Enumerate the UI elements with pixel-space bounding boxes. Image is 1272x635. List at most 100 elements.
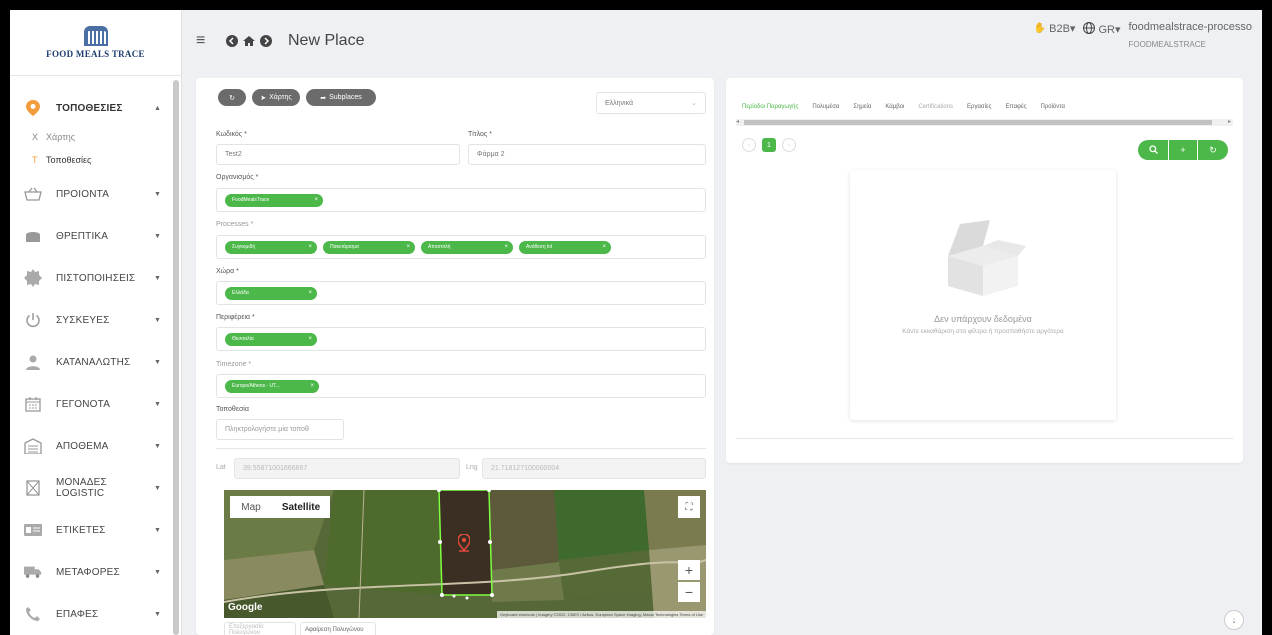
divider — [736, 438, 1233, 439]
sidebar-item-label: ΕΤΙΚΕΤΕΣ — [56, 524, 106, 536]
close-icon[interactable]: × — [406, 244, 410, 250]
close-icon[interactable]: × — [602, 244, 606, 250]
sidebar-item-events[interactable]: ΓΕΓΟΝΟΤΑ ▼ — [10, 384, 170, 424]
processes-multiselect[interactable]: Συγκομιδή × Πακετάρισμα × Αποστολή × Ανάθεσ… — [216, 235, 706, 259]
tab-nodes[interactable]: Κάμβοι — [885, 104, 904, 110]
sidebar-item-stock[interactable]: ΑΠΟΘΕΜΑ ▼ — [10, 426, 170, 466]
tab-contacts[interactable]: Επαφές — [1006, 104, 1027, 110]
scrollbar-thumb[interactable] — [744, 120, 1212, 125]
forward-icon[interactable] — [260, 35, 272, 47]
page-number-button[interactable]: 1 — [762, 138, 776, 152]
sidebar-item-places[interactable]: ΤΟΠΟΘΕΣΙΕΣ ▲ — [10, 88, 170, 128]
add-button[interactable]: + — [1169, 140, 1197, 160]
zoom-out-button[interactable]: − — [678, 582, 700, 602]
lng-input[interactable]: 21.718127100000004 — [482, 458, 706, 479]
map-marker-icon[interactable] — [457, 533, 471, 557]
refresh-button[interactable]: ↻ — [218, 89, 246, 106]
sidebar-item-label: ΘΡΕΠΤΙΚΑ — [56, 230, 109, 242]
remove-polygon-button[interactable]: Αφαίρεση Πολυγώνου — [300, 622, 376, 635]
process-chip[interactable]: Πακετάρισμα × — [323, 240, 415, 254]
back-icon[interactable] — [226, 35, 238, 47]
sidebar-item-shipments[interactable]: ΜΕΤΑΦΟΡΕΣ ▼ — [10, 552, 170, 592]
zoom-in-button[interactable]: + — [678, 560, 700, 580]
prev-page-icon[interactable]: ‹ — [742, 138, 756, 152]
sidebar-subitem-map[interactable]: X Χάρτης — [32, 132, 75, 142]
edit-polygon-button[interactable]: Επεξεργασία Πολυγώνου — [224, 622, 296, 635]
sidebar-item-consumer[interactable]: ΚΑΤΑΝΑΛΩΤΗΣ ▼ — [10, 342, 170, 382]
organization-chip[interactable]: FoodMealsTrace × — [225, 193, 323, 207]
tab-production-periods[interactable]: Περίοδοι Παραγωγής — [742, 104, 798, 110]
b2b-menu[interactable]: ✋ B2B▾ — [1034, 22, 1076, 35]
sidebar-item-contacts[interactable]: ΕΠΑΦΕΣ ▼ — [10, 594, 170, 634]
sidebar-item-label: ΜΕΤΑΦΟΡΕΣ — [56, 566, 120, 578]
code-input[interactable]: Test2 — [216, 144, 460, 165]
search-button[interactable] — [1138, 140, 1168, 160]
user-menu[interactable]: foodmealstrace-processo FOODMEALSTRACE — [1128, 20, 1252, 52]
tab-products[interactable]: Προϊόντα — [1041, 104, 1066, 110]
tab-points[interactable]: Σημεία — [853, 104, 871, 110]
satellite-map[interactable]: Map Satellite ⛶ + − Google Keyboard shor… — [224, 490, 706, 618]
sidebar-scrollbar[interactable] — [173, 80, 179, 635]
tab-certifications[interactable]: Certifications — [918, 104, 953, 110]
close-icon[interactable]: × — [308, 336, 312, 342]
sidebar-item-products[interactable]: ΠΡΟΙΟΝΤΑ ▼ — [10, 174, 170, 214]
calendar-icon — [24, 395, 42, 413]
process-chip[interactable]: Αποστολή × — [421, 240, 513, 254]
sidebar-item-labels[interactable]: ΕΤΙΚΕΤΕΣ ▼ — [10, 510, 170, 550]
language-select[interactable]: Ελληνικά ⌄ — [596, 92, 706, 114]
timezone-multiselect[interactable]: Europe/Athens - UT... × — [216, 374, 706, 398]
close-icon[interactable]: × — [308, 244, 312, 250]
refresh-list-button[interactable]: ↻ — [1198, 140, 1228, 160]
chip-label: Ελλάδα — [232, 290, 249, 296]
chip-label: Συγκομιδή — [232, 244, 256, 250]
page-title: New Place — [288, 32, 365, 49]
tabs-horizontal-scrollbar[interactable]: ◂ ▸ — [736, 119, 1233, 126]
scroll-right-icon[interactable]: ▸ — [1228, 118, 1231, 125]
sidebar-item-logistic-units[interactable]: ΜΟΝΑΔΕΣ LOGISTIC ▼ — [10, 468, 170, 508]
location-placeholder: Πληκτρολογήστε μία τοποθ — [225, 426, 309, 433]
organization-multiselect[interactable]: FoodMealsTrace × — [216, 188, 706, 212]
timezone-chip[interactable]: Europe/Athens - UT... × — [225, 379, 319, 393]
plus-icon: + — [1180, 145, 1186, 155]
sidebar-item-nutrition[interactable]: ΘΡΕΠΤΙΚΑ ▼ — [10, 216, 170, 256]
country-chip[interactable]: Ελλάδα × — [225, 286, 317, 300]
close-icon[interactable]: × — [504, 244, 508, 250]
basket-icon — [24, 185, 42, 203]
sidebar-subitem-places[interactable]: T Τοποθεσίες — [32, 155, 91, 165]
close-icon[interactable]: × — [310, 383, 314, 389]
close-icon[interactable]: × — [314, 197, 318, 203]
language-menu[interactable]: GR▾ — [1083, 22, 1120, 37]
scroll-left-icon[interactable]: ◂ — [736, 118, 739, 125]
scroll-down-button[interactable]: ↓ — [1224, 610, 1244, 630]
location-label: Τοποθεσία — [216, 406, 249, 413]
tab-tasks[interactable]: Εργασίες — [967, 104, 992, 110]
fullscreen-icon[interactable]: ⛶ — [678, 496, 700, 518]
person-icon — [24, 353, 42, 371]
map-type-map-button[interactable]: Map — [230, 496, 272, 518]
country-multiselect[interactable]: Ελλάδα × — [216, 281, 706, 305]
handshake-icon: ✋ — [1033, 23, 1047, 34]
empty-box-icon — [948, 220, 1026, 296]
title-input[interactable]: Φάρμα 2 — [468, 144, 706, 165]
location-search-input[interactable]: Πληκτρολογήστε μία τοποθ — [216, 419, 344, 440]
sidebar-item-devices[interactable]: ΣΥΣΚΕΥΕΣ ▼ — [10, 300, 170, 340]
next-page-icon[interactable]: › — [782, 138, 796, 152]
zoom-in-label: + — [684, 562, 694, 578]
map-button[interactable]: ➤ Χάρτης — [252, 89, 300, 106]
close-icon[interactable]: × — [308, 290, 312, 296]
region-chip[interactable]: Θεσσαλία × — [225, 332, 317, 346]
map-type-satellite-button[interactable]: Satellite — [272, 496, 330, 518]
lat-input[interactable]: 39.55871001666667 — [234, 458, 460, 479]
tab-media[interactable]: Πολυμέσα — [812, 104, 839, 110]
process-chip[interactable]: Ανάθεση lot × — [519, 240, 611, 254]
logo[interactable]: FOOD MEALS TRACE — [10, 10, 181, 76]
sidebar-item-certifications[interactable]: ΠΙΣΤΟΠΟΙΗΣΕΙΣ ▼ — [10, 258, 170, 298]
home-icon[interactable] — [243, 35, 255, 47]
region-multiselect[interactable]: Θεσσαλία × — [216, 327, 706, 351]
navigation-arrow-icon: ➤ — [260, 94, 267, 102]
lat-label: Lat — [216, 464, 226, 471]
subplaces-button[interactable]: ➦ Subplaces — [306, 89, 376, 106]
hamburger-menu-icon[interactable]: ≡ — [196, 32, 220, 50]
process-chip[interactable]: Συγκομιδή × — [225, 240, 317, 254]
refresh-icon: ↻ — [1209, 144, 1217, 155]
